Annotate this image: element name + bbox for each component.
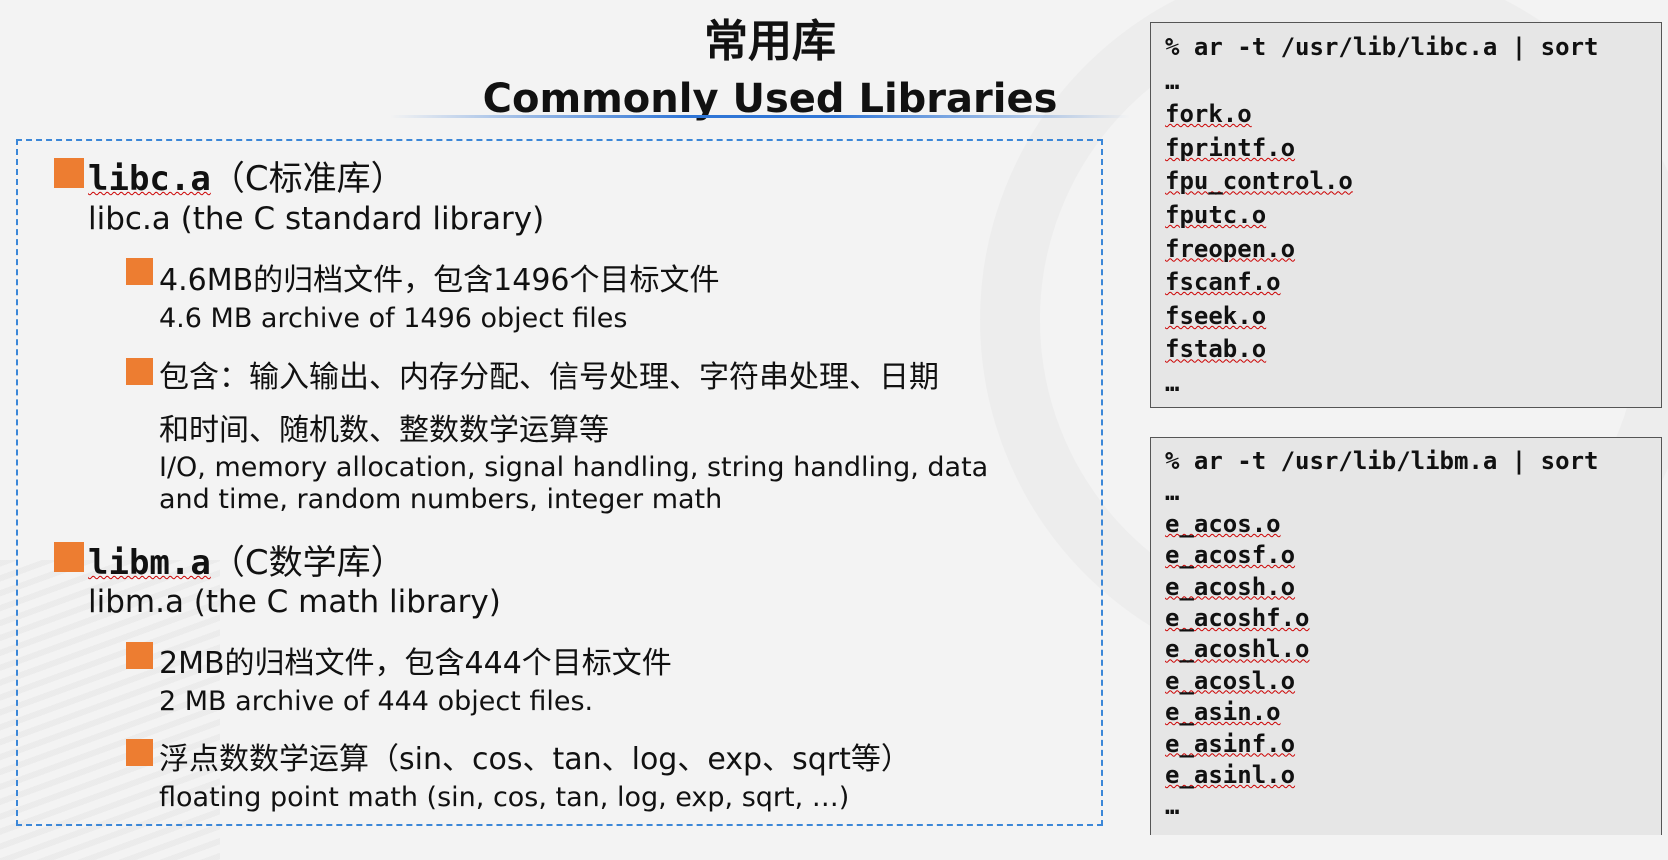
terminal-libm-line: e_acosl.o xyxy=(1165,666,1296,695)
libc-heading: libc.a（C标准库） xyxy=(88,159,405,199)
terminal-libc-line: fseek.o xyxy=(1165,301,1267,330)
libm-heading: libm.a（C数学库） xyxy=(88,543,405,583)
bullet-square-libc-contents xyxy=(126,358,153,385)
terminal-libm-line: e_acoshl.o xyxy=(1165,635,1310,664)
terminal-libm-line: e_asinf.o xyxy=(1165,729,1296,758)
terminal-libm-line: e_acos.o xyxy=(1165,509,1281,538)
terminal-libc-line: … xyxy=(1165,368,1180,397)
terminal-libc-line: fpu_control.o xyxy=(1165,167,1353,196)
terminal-libm-line: … xyxy=(1165,478,1180,507)
terminal-libm-line: e_asin.o xyxy=(1165,698,1281,727)
bullet-square-libm-math xyxy=(126,739,153,766)
terminal-libm-line: e_acosh.o xyxy=(1165,572,1296,601)
bullet-square-libm xyxy=(54,542,84,572)
terminal-libc-line: fputc.o xyxy=(1165,200,1267,229)
slide-title-zh: 常用库 xyxy=(704,16,836,67)
libm-size-zh: 2MB的归档文件，包含444个目标文件 xyxy=(159,646,672,681)
libm-name: libm.a xyxy=(88,543,211,583)
libc-contents-zh-2: 和时间、随机数、整数数学运算等 xyxy=(159,413,609,448)
terminal-libm-line: e_acoshf.o xyxy=(1165,603,1310,632)
libc-contents-en-2: and time, random numbers, integer math xyxy=(159,484,723,515)
terminal-libm-command: % ar -t /usr/lib/libm.a | sort xyxy=(1165,447,1599,475)
libc-size-zh: 4.6MB的归档文件，包含1496个目标文件 xyxy=(159,263,720,298)
terminal-libc-line: fscanf.o xyxy=(1165,268,1281,297)
libc-contents-en-1: I/O, memory allocation, signal handling,… xyxy=(159,452,989,483)
terminal-libc-line: fprintf.o xyxy=(1165,133,1296,162)
terminal-libm-line: e_asinl.o xyxy=(1165,760,1296,789)
libm-size-en: 2 MB archive of 444 object files. xyxy=(159,686,594,717)
libm-zh-label: （C数学库） xyxy=(210,543,405,583)
terminal-libc-line: freopen.o xyxy=(1165,234,1296,263)
libc-size-en: 4.6 MB archive of 1496 object files xyxy=(159,303,628,334)
title-underline xyxy=(390,115,1130,118)
bullet-square-libc xyxy=(54,158,84,188)
libm-math-en: floating point math (sin, cos, tan, log,… xyxy=(159,782,850,813)
bullet-square-libc-size xyxy=(126,258,153,285)
terminal-libc-line: fstab.o xyxy=(1165,335,1267,364)
terminal-libc-line: fork.o xyxy=(1165,100,1252,129)
bullet-square-libm-size xyxy=(126,642,153,669)
terminal-libm-listing: % ar -t /usr/lib/libm.a | sort … e_acos.… xyxy=(1150,437,1662,835)
libm-en-line: libm.a (the C math library) xyxy=(88,584,501,620)
libc-en-line: libc.a (the C standard library) xyxy=(88,201,545,237)
terminal-libm-line: … xyxy=(1165,792,1180,821)
terminal-libc-command: % ar -t /usr/lib/libc.a | sort xyxy=(1165,33,1599,61)
libc-contents-zh-1: 包含：输入输出、内存分配、信号处理、字符串处理、日期 xyxy=(159,360,939,395)
terminal-libc-listing: % ar -t /usr/lib/libc.a | sort … fork.o … xyxy=(1150,22,1662,408)
terminal-libc-line: … xyxy=(1165,66,1180,95)
libc-zh-label: （C标准库） xyxy=(210,159,405,199)
terminal-libm-line: e_acosf.o xyxy=(1165,541,1296,570)
libc-name: libc.a xyxy=(88,159,211,199)
libm-math-zh: 浮点数数学运算（sin、cos、tan、log、exp、sqrt等） xyxy=(159,742,911,777)
